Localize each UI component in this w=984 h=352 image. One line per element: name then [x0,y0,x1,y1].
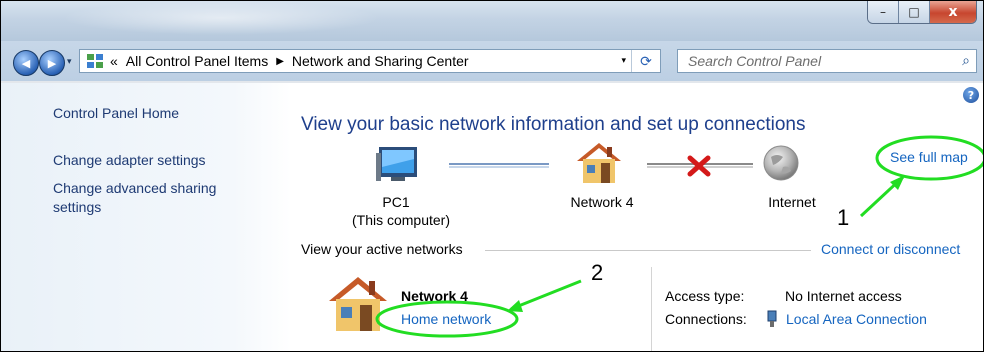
forward-button[interactable]: ▶ [39,50,65,76]
home-network-link[interactable]: Home network [401,311,491,327]
page-title: View your basic network information and … [301,114,806,135]
see-full-map-link[interactable]: See full map [890,149,968,165]
callout-arrow-1 [859,175,905,218]
sidebar: Control Panel Home Change adapter settin… [1,83,291,351]
home-network-icon[interactable] [573,139,625,185]
maximize-button[interactable]: □ [899,1,930,23]
callout-arrow-2 [510,279,582,311]
pc-subtitle-label: (This computer) [351,212,451,228]
sidebar-item-control-panel-home[interactable]: Control Panel Home [53,105,179,121]
refresh-button[interactable]: ⟳ [631,50,660,72]
active-networks-label: View your active networks [301,241,463,257]
back-button[interactable]: ◀ [13,50,39,76]
search-icon[interactable]: ⌕ [962,52,970,69]
connections-label: Connections: [665,311,747,327]
control-panel-icon [86,53,104,69]
computer-icon[interactable] [373,145,425,185]
access-type-value: No Internet access [785,288,902,304]
close-button[interactable]: x [930,1,976,23]
breadcrumb-network-and-sharing-center[interactable]: Network and Sharing Center [292,53,469,69]
local-area-connection-link[interactable]: Local Area Connection [786,311,927,327]
breadcrumb-separator-icon[interactable]: ▶ [276,56,284,67]
forward-arrow-icon: ▶ [47,56,57,70]
back-arrow-icon: ◀ [21,56,31,70]
callout-number-2: 2 [591,260,604,285]
active-network-name: Network 4 [401,288,468,304]
navigation-bar: ◀ ▶ ▾ « All Control Panel Items ▶ Networ… [1,41,983,81]
help-button[interactable]: ? [963,87,979,103]
pc-name-label: PC1 [382,194,410,210]
search-input[interactable]: Search Control Panel ⌕ [677,49,977,73]
address-dropdown-button[interactable]: ▾ [621,55,626,66]
window: – □ x ◀ ▶ ▾ « All Control Panel Items ▶ … [0,0,984,352]
sidebar-item-change-adapter-settings[interactable]: Change adapter settings [53,152,206,168]
network-name-label: Network 4 [570,194,634,210]
internet-label: Internet [768,194,816,210]
access-type-label: Access type: [665,288,745,304]
active-network-house-icon[interactable] [327,271,389,333]
title-bar: – □ x [1,1,983,41]
breadcrumb-all-control-panel-items[interactable]: All Control Panel Items [126,53,268,69]
refresh-icon: ⟳ [640,52,652,69]
disconnected-x-icon [687,155,711,177]
connect-or-disconnect-link[interactable]: Connect or disconnect [821,241,960,257]
address-bar[interactable]: « All Control Panel Items ▶ Network and … [79,49,661,73]
minimize-button[interactable]: – [868,1,899,23]
sidebar-item-change-advanced-sharing-cont[interactable]: settings [53,199,101,215]
address-overflow-button[interactable]: « [110,53,118,69]
ethernet-icon [767,310,777,327]
search-placeholder: Search Control Panel [688,53,822,69]
internet-globe-icon[interactable] [761,143,801,183]
recent-pages-button[interactable]: ▾ [67,57,72,67]
window-controls: – □ x [867,1,977,24]
sidebar-item-change-advanced-sharing[interactable]: Change advanced sharing [53,180,216,196]
callout-number-1: 1 [837,205,850,230]
